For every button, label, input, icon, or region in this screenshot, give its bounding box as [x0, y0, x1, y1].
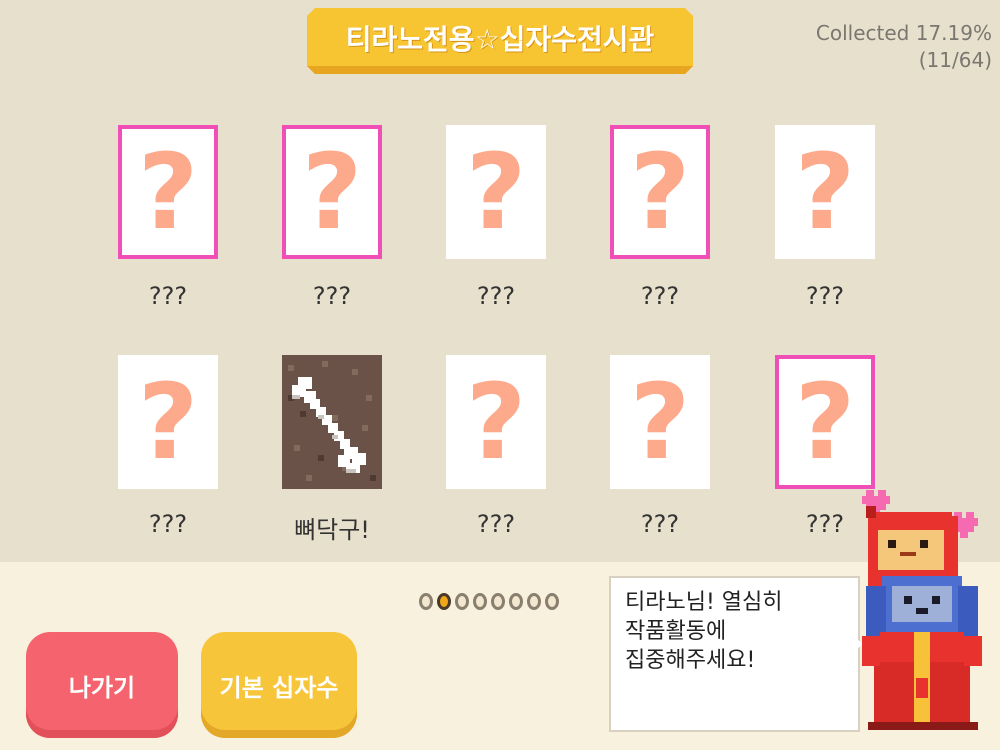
collection-card-6[interactable]: ? [118, 355, 218, 489]
bone-icon [282, 355, 382, 489]
page-dot-6[interactable] [509, 593, 523, 610]
card-label-7: 뼈닥구! [294, 516, 370, 544]
question-mark-icon: ? [137, 361, 199, 483]
collected-percent: Collected 17.19% [815, 21, 992, 45]
collection-card-10[interactable]: ? [775, 355, 875, 489]
card-label-9: ??? [640, 510, 680, 538]
collection-progress: Collected 17.19% (11/64) [816, 20, 992, 74]
question-mark-icon: ? [465, 131, 527, 253]
page-indicator [419, 593, 559, 610]
basic-cross-stitch-button[interactable]: 기본 십자수 [201, 632, 357, 738]
collection-card-8[interactable]: ? [446, 355, 546, 489]
collection-card-3[interactable]: ? [446, 125, 546, 259]
card-label-4: ??? [640, 282, 680, 310]
collected-count: (11/64) [918, 48, 992, 72]
page-dot-8[interactable] [545, 593, 559, 610]
collection-card-4[interactable]: ? [610, 125, 710, 259]
card-label-5: ??? [805, 282, 845, 310]
card-label-1: ??? [148, 282, 188, 310]
question-mark-icon: ? [794, 131, 856, 253]
speech-line-3: 집중해주세요! [625, 648, 756, 673]
collection-card-7[interactable] [282, 355, 382, 489]
question-mark-icon: ? [465, 361, 527, 483]
question-mark-icon: ? [794, 361, 856, 483]
title-banner: 티라노전용☆십자수전시관 [307, 8, 693, 74]
card-label-3: ??? [476, 282, 516, 310]
speech-bubble: 티라노님! 열심히 작품활동에 집중해주세요! [609, 576, 860, 732]
collection-card-2[interactable]: ? [282, 125, 382, 259]
page-dot-7[interactable] [527, 593, 541, 610]
collection-card-1[interactable]: ? [118, 125, 218, 259]
question-mark-icon: ? [629, 361, 691, 483]
page-dot-1[interactable] [419, 593, 433, 610]
card-label-6: ??? [148, 510, 188, 538]
card-label-2: ??? [312, 282, 352, 310]
question-mark-icon: ? [301, 131, 363, 253]
card-label-8: ??? [476, 510, 516, 538]
question-mark-icon: ? [629, 131, 691, 253]
speech-line-1: 티라노님! 열심히 [625, 590, 783, 615]
page-title: 티라노전용☆십자수전시관 [345, 23, 655, 56]
collection-card-9[interactable]: ? [610, 355, 710, 489]
speech-line-2: 작품활동에 [625, 619, 727, 644]
collection-card-5[interactable]: ? [775, 125, 875, 259]
page-dot-4[interactable] [473, 593, 487, 610]
page-dot-3[interactable] [455, 593, 469, 610]
tyranno-character-icon [862, 490, 982, 730]
page-dot-2[interactable] [437, 593, 451, 610]
exit-button[interactable]: 나가기 [26, 632, 178, 738]
page-dot-5[interactable] [491, 593, 505, 610]
question-mark-icon: ? [137, 131, 199, 253]
